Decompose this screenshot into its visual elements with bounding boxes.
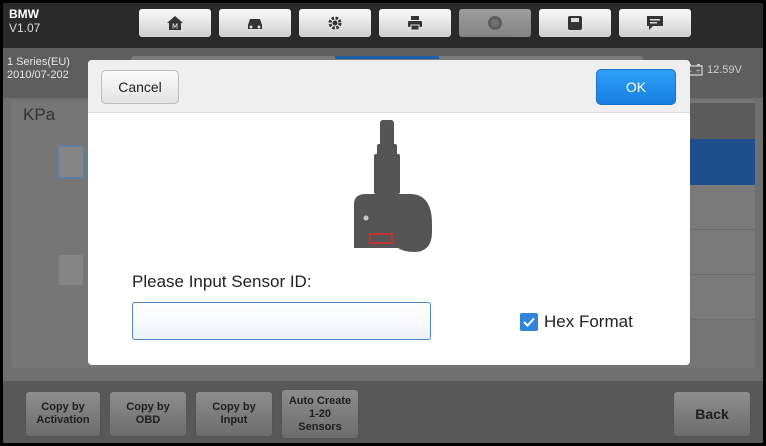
dialog-header: Cancel OK bbox=[88, 60, 690, 113]
help-icon bbox=[488, 16, 502, 30]
sensor-list-row[interactable] bbox=[687, 185, 755, 230]
checkmark-icon bbox=[523, 317, 535, 327]
settings-icon bbox=[328, 16, 342, 30]
top-toolbar: BMW V1.07 M bbox=[3, 3, 763, 48]
vehicle-years: 2010/07-202 bbox=[7, 69, 69, 81]
hex-format-option[interactable]: Hex Format bbox=[520, 312, 633, 332]
home-button[interactable]: M bbox=[139, 9, 211, 37]
sensor-list-row[interactable] bbox=[687, 230, 755, 275]
button-label-line: Copy by bbox=[126, 401, 170, 413]
help-button[interactable] bbox=[459, 9, 531, 37]
print-button[interactable] bbox=[379, 9, 451, 37]
copy-by-input-button[interactable]: Copy by Input bbox=[195, 391, 273, 437]
sensor-list-header bbox=[687, 103, 755, 139]
button-label-line: Auto Create bbox=[288, 394, 352, 407]
svg-text:+: + bbox=[695, 68, 700, 75]
sensor-list bbox=[687, 103, 755, 365]
vehicle-make: BMW bbox=[9, 7, 39, 21]
copy-by-activation-button[interactable]: Copy by Activation bbox=[25, 391, 101, 437]
vehicle-icon bbox=[248, 19, 262, 29]
home-icon: M bbox=[167, 16, 183, 31]
cancel-button[interactable]: Cancel bbox=[101, 70, 179, 104]
button-label-line: Copy by bbox=[212, 401, 256, 413]
button-label-line: 1-20 bbox=[308, 407, 332, 420]
hex-format-label: Hex Format bbox=[544, 312, 633, 331]
hex-format-checkbox[interactable] bbox=[520, 313, 538, 331]
battery-voltage: 12.59V bbox=[707, 64, 742, 76]
print-icon bbox=[408, 16, 422, 31]
save-icon bbox=[568, 16, 582, 30]
button-label-line: Copy by bbox=[41, 401, 85, 413]
sensor-id-prompt: Please Input Sensor ID: bbox=[132, 272, 312, 291]
ok-button[interactable]: OK bbox=[596, 69, 676, 105]
sensor-list-row[interactable] bbox=[687, 275, 755, 320]
vehicle-info: 1 Series(EU) 2010/07-202 bbox=[7, 56, 70, 82]
bottom-toolbar: Copy by Activation Copy by OBD Copy by Inpu… bbox=[3, 381, 763, 443]
button-label-line: OBD bbox=[135, 414, 161, 426]
software-version: V1.07 bbox=[9, 21, 41, 35]
button-label-line: Input bbox=[220, 414, 248, 426]
message-button[interactable] bbox=[619, 9, 691, 37]
tpms-sensor-icon bbox=[354, 120, 432, 252]
battery-status: − + 12.59V bbox=[685, 64, 742, 76]
sensor-id-dialog: Cancel OK Please Input Sensor ID: Hex Fo… bbox=[88, 60, 690, 365]
save-button[interactable] bbox=[539, 9, 611, 37]
message-icon bbox=[647, 16, 663, 30]
sensor-id-input[interactable] bbox=[132, 302, 431, 340]
active-tab-indicator bbox=[335, 56, 439, 59]
back-button[interactable]: Back bbox=[673, 391, 751, 437]
auto-create-sensors-button[interactable]: Auto Create 1-20 Sensors bbox=[281, 389, 359, 439]
brand-info: BMW V1.07 bbox=[9, 7, 40, 35]
app-screen: BMW V1.07 M 1 Series(EU) 2010/07-202 − +… bbox=[3, 3, 763, 443]
sensor-list-row-selected[interactable] bbox=[687, 139, 755, 185]
svg-text:M: M bbox=[172, 23, 178, 31]
pressure-unit-label: KPa bbox=[23, 105, 56, 124]
button-label-line: Activation bbox=[36, 414, 90, 426]
settings-button[interactable] bbox=[299, 9, 371, 37]
vehicle-model: 1 Series(EU) bbox=[7, 56, 70, 68]
sensor-slot-rear[interactable] bbox=[57, 253, 85, 287]
back-button-label: Back bbox=[695, 405, 729, 422]
copy-by-obd-button[interactable]: Copy by OBD bbox=[109, 391, 187, 437]
button-label-line: Sensors bbox=[298, 420, 342, 433]
vehicle-button[interactable] bbox=[219, 9, 291, 37]
sensor-slot-front[interactable] bbox=[57, 145, 85, 179]
